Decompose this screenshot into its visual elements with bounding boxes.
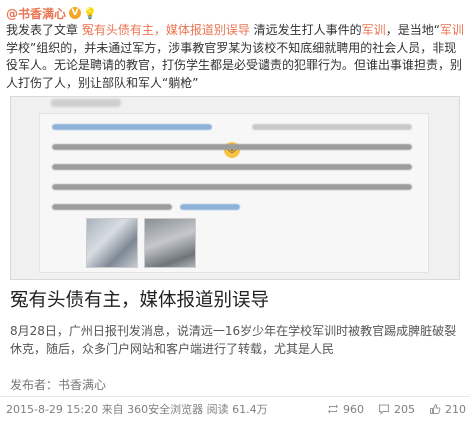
article-summary: 8月28日，广州日报刊发消息，说清远一16岁少年在学校军训时被教官踢成脾脏破裂休… <box>10 324 457 356</box>
post-body: 我发表了文章 冤有头债有主，媒体报道别误导 清远发生打人事件的军训，是当地“军训… <box>6 22 466 92</box>
post-meta: 2015-8-29 15:20 来自 360安全浏览器 阅读 61.4万 <box>6 403 268 416</box>
lightbulb-icon: 💡 <box>83 6 97 20</box>
blurred-text <box>52 204 172 210</box>
article-card-image[interactable]: 😮 <box>10 96 460 280</box>
topic-link[interactable]: 军训 <box>440 23 464 37</box>
blurred-text <box>252 124 412 130</box>
blurred-text <box>52 184 412 190</box>
post-footer: 2015-8-29 15:20 来自 360安全浏览器 阅读 61.4万 960… <box>6 400 466 418</box>
body-text: ，是当地“ <box>385 23 440 37</box>
body-text: 清远发生打人事件的 <box>249 23 362 37</box>
blurred-text <box>52 144 412 150</box>
post-header: @书香满心 V 💡 <box>6 4 97 22</box>
comment-count: 205 <box>394 402 415 416</box>
comment-icon <box>378 404 390 415</box>
blurred-text <box>52 124 212 130</box>
blurred-link <box>180 204 240 210</box>
blurred-text <box>52 164 412 170</box>
caption-blur <box>51 99 121 107</box>
photo-thumbnail <box>86 218 138 268</box>
repost-button[interactable]: 960 <box>327 403 364 416</box>
divider <box>0 396 470 397</box>
like-button[interactable]: 210 <box>429 403 466 416</box>
body-text: 学校”组织的，并未通过军方，涉事教官罗某为该校不知底细就聘用的社会人员，非现役军… <box>6 40 463 90</box>
author-name[interactable]: @书香满心 <box>6 5 66 22</box>
article-publisher: 发布者：书香满心 <box>10 378 107 392</box>
screenshot-inner: 😮 <box>39 113 429 273</box>
repost-icon <box>328 404 338 414</box>
photo-thumbnail <box>144 218 196 268</box>
verified-icon: V <box>69 7 82 19</box>
topic-link[interactable]: 军训 <box>362 23 386 37</box>
repost-count: 960 <box>343 402 364 416</box>
comment-button[interactable]: 205 <box>378 403 415 416</box>
weibo-post: @书香满心 V 💡 我发表了文章 冤有头债有主，媒体报道别误导 清远发生打人事件… <box>0 0 470 422</box>
like-count: 210 <box>445 402 466 416</box>
article-headline[interactable]: 冤有头债有主，媒体报道别误导 <box>10 288 460 314</box>
article-link[interactable]: 冤有头债有主，媒体报道别误导 <box>82 23 250 37</box>
body-text: 我发表了文章 <box>6 23 82 37</box>
like-icon <box>430 403 441 414</box>
